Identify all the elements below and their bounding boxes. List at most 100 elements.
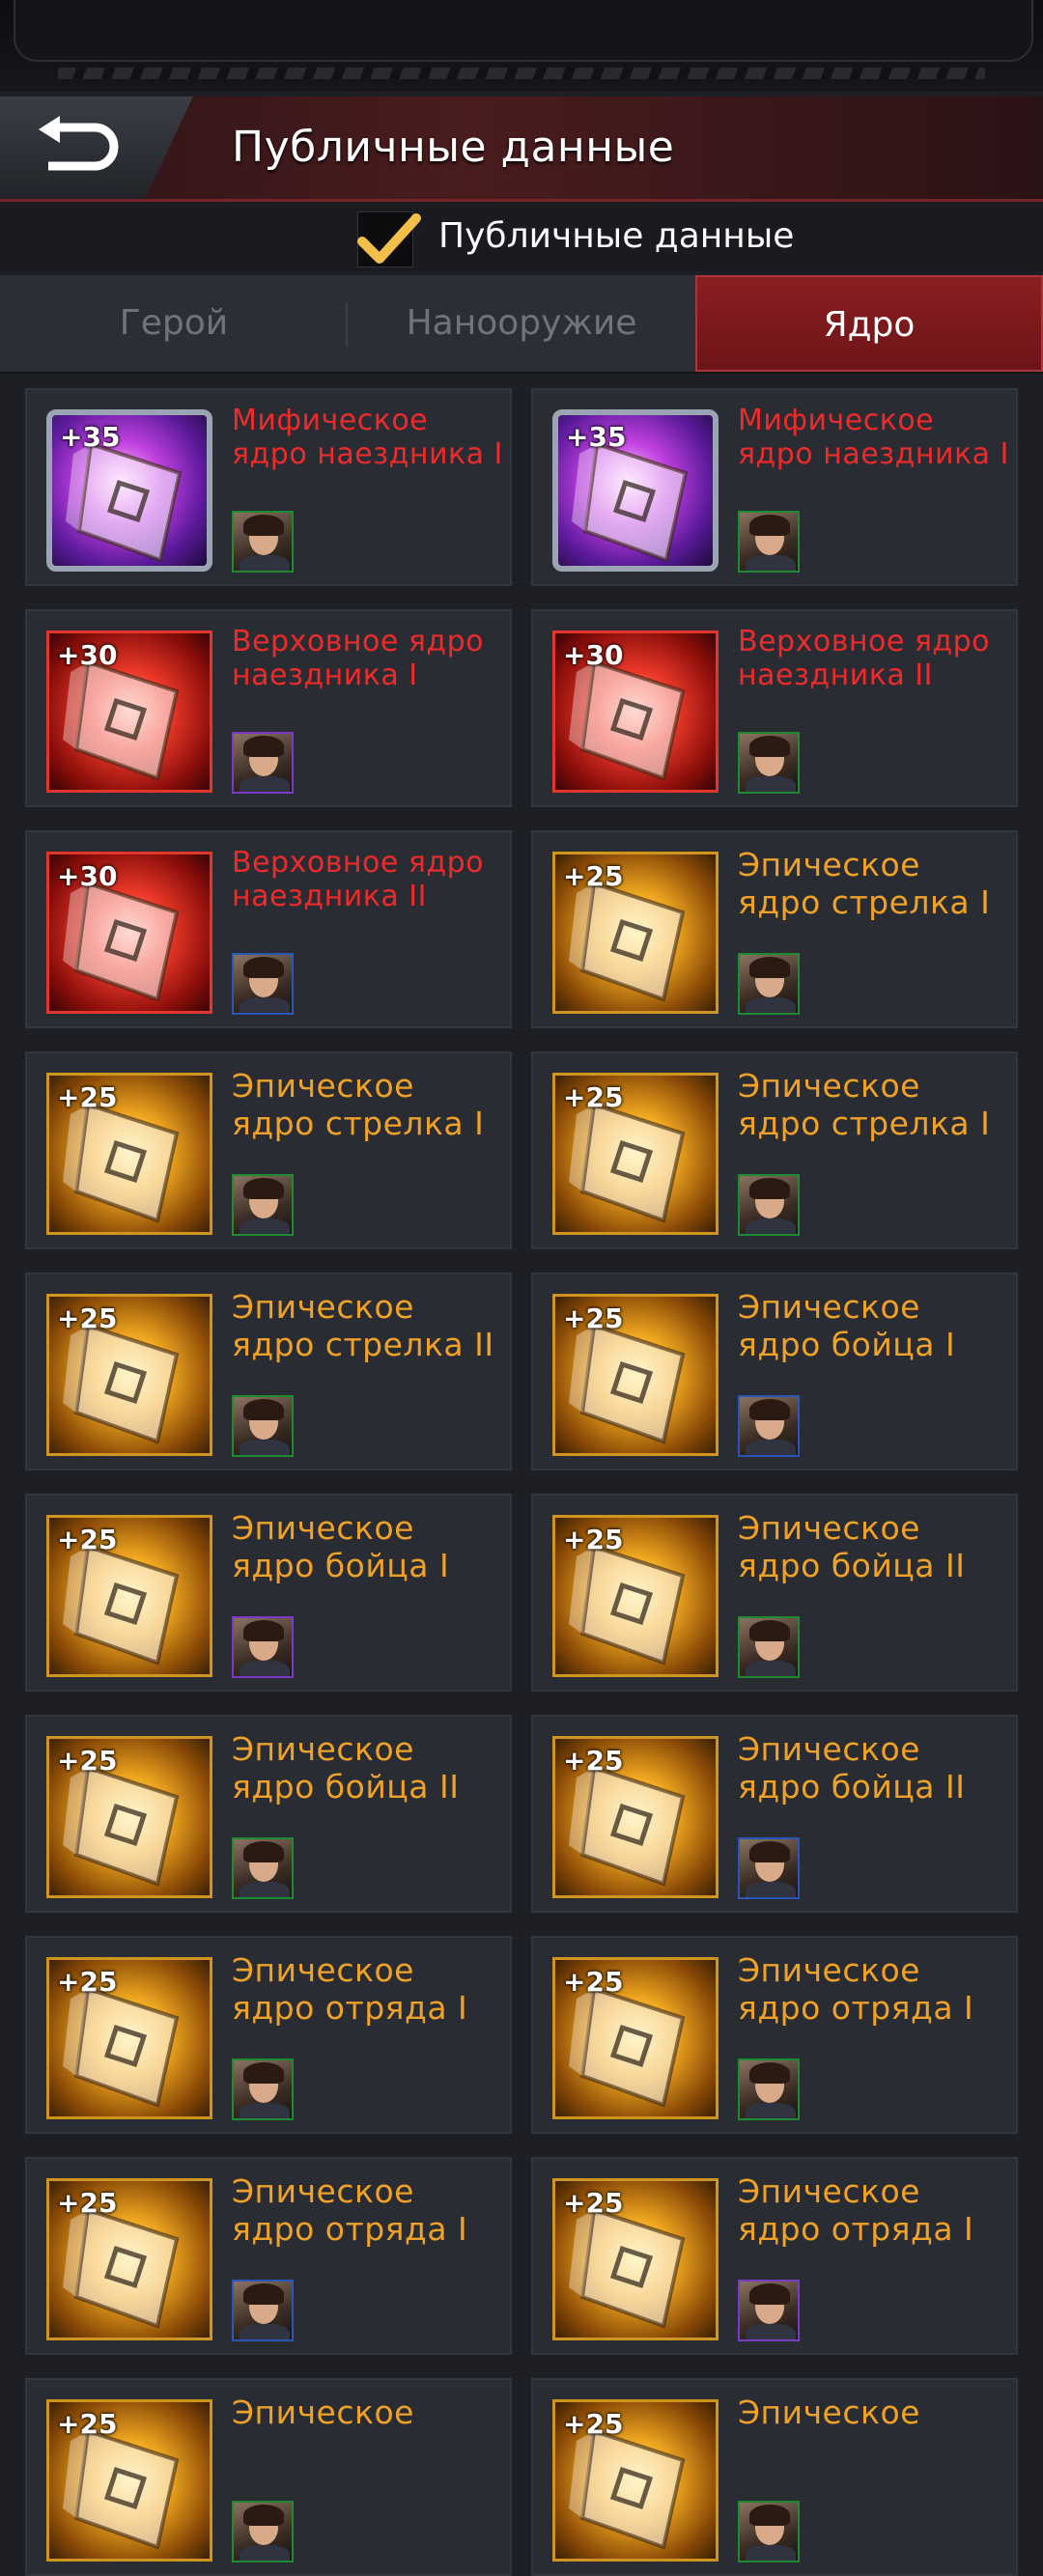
hero-avatar[interactable] — [738, 2280, 800, 2341]
tab-core[interactable]: Ядро — [695, 275, 1043, 372]
core-bonus-value: +25 — [57, 1966, 118, 1998]
core-bonus-value: +25 — [563, 2408, 624, 2440]
core-card[interactable]: +25 Эпическое — [531, 2378, 1018, 2576]
core-bonus-value: +25 — [563, 860, 624, 892]
core-bonus-value: +35 — [60, 421, 121, 453]
hero-avatar[interactable] — [232, 2280, 294, 2341]
core-icon[interactable]: +25 — [552, 1515, 719, 1677]
core-bonus-value: +25 — [57, 1524, 118, 1555]
core-card[interactable]: +25 Эпическое ядро стрелка I — [531, 830, 1018, 1028]
avatar-body — [746, 1661, 796, 1676]
top-frame-inner — [14, 0, 1033, 62]
hero-avatar[interactable] — [738, 1616, 800, 1678]
hero-avatar[interactable] — [232, 1395, 294, 1457]
hero-avatar[interactable] — [232, 511, 294, 573]
core-icon[interactable]: +25 — [552, 1736, 719, 1898]
core-icon[interactable]: +25 — [552, 2178, 719, 2340]
core-card[interactable]: +25 Эпическое ядро стрелка II — [25, 1273, 512, 1470]
core-icon[interactable]: +25 — [552, 2399, 719, 2562]
core-icon[interactable]: +30 — [46, 852, 212, 1014]
core-card[interactable]: +25 Эпическое ядро стрелка I — [531, 1051, 1018, 1249]
core-icon[interactable]: +30 — [552, 630, 719, 793]
avatar-hair — [749, 1399, 790, 1420]
core-card[interactable]: +25 Эпическое ядро отряда I — [25, 2157, 512, 2355]
core-card[interactable]: +35 Мифическое ядро наездника I — [25, 388, 512, 586]
core-card[interactable]: +25 Эпическое ядро стрелка I — [25, 1051, 512, 1249]
core-card[interactable]: +25 Эпическое ядро отряда I — [531, 2157, 1018, 2355]
core-icon[interactable]: +25 — [46, 1294, 212, 1456]
avatar-hair — [749, 1841, 790, 1862]
hero-avatar[interactable] — [738, 2058, 800, 2120]
public-data-row: Публичные данные — [0, 202, 1043, 271]
hero-avatar[interactable] — [232, 1837, 294, 1899]
core-name: Эпическое ядро стрелка I — [232, 1067, 485, 1142]
core-icon[interactable]: +25 — [46, 1073, 212, 1235]
core-icon[interactable]: +30 — [46, 630, 212, 793]
hero-avatar[interactable] — [232, 1616, 294, 1678]
core-name: Эпическое ядро отряда I — [738, 1951, 974, 2027]
core-icon[interactable]: +35 — [552, 409, 719, 572]
core-card[interactable]: +25 Эпическое — [25, 2378, 512, 2576]
hero-avatar[interactable] — [738, 1395, 800, 1457]
tab-nanoweapon[interactable]: Нанооружие — [348, 275, 695, 372]
avatar-hair — [243, 736, 284, 757]
core-card[interactable]: +25 Эпическое ядро отряда I — [25, 1936, 512, 2134]
avatar-body — [240, 1661, 290, 1676]
avatar-body — [746, 776, 796, 792]
core-card[interactable]: +30 Верховное ядро наездника I — [25, 609, 512, 807]
hero-avatar[interactable] — [738, 1174, 800, 1236]
core-name: Мифическое ядро наездника I — [738, 404, 1009, 471]
core-icon[interactable]: +25 — [46, 2178, 212, 2340]
checkmark-icon — [357, 213, 421, 264]
core-card[interactable]: +25 Эпическое ядро бойца II — [531, 1715, 1018, 1913]
core-icon[interactable]: +25 — [46, 1515, 212, 1677]
core-card[interactable]: +30 Верховное ядро наездника II — [25, 830, 512, 1028]
public-data-label: Публичные данные — [438, 216, 795, 256]
core-bonus-value: +25 — [563, 1745, 624, 1777]
avatar-body — [240, 1440, 290, 1455]
core-name: Эпическое ядро бойца II — [738, 1730, 966, 1806]
tab-hero[interactable]: Герой — [0, 275, 348, 372]
core-bonus-value: +25 — [563, 1966, 624, 1998]
core-icon[interactable]: +25 — [552, 1073, 719, 1235]
back-button[interactable] — [0, 97, 193, 199]
hero-avatar[interactable] — [232, 953, 294, 1015]
core-icon[interactable]: +25 — [552, 1957, 719, 2119]
core-card[interactable]: +25 Эпическое ядро отряда I — [531, 1936, 1018, 2134]
core-icon[interactable]: +25 — [552, 1294, 719, 1456]
hero-avatar[interactable] — [232, 732, 294, 794]
hero-avatar[interactable] — [738, 2501, 800, 2562]
avatar-hair — [749, 736, 790, 757]
hero-avatar[interactable] — [232, 2501, 294, 2562]
core-icon[interactable]: +25 — [46, 2399, 212, 2562]
core-bonus-value: +25 — [563, 1302, 624, 1334]
hero-avatar[interactable] — [738, 511, 800, 573]
avatar-body — [240, 2324, 290, 2339]
core-icon[interactable]: +25 — [46, 1957, 212, 2119]
core-icon[interactable]: +25 — [46, 1736, 212, 1898]
avatar-hair — [749, 1178, 790, 1199]
core-card[interactable]: +35 Мифическое ядро наездника I — [531, 388, 1018, 586]
core-icon[interactable]: +25 — [552, 852, 719, 1014]
avatar-body — [240, 2103, 290, 2118]
core-name: Эпическое ядро бойца I — [232, 1509, 450, 1584]
hero-avatar[interactable] — [232, 1174, 294, 1236]
core-bonus-value: +25 — [57, 2408, 118, 2440]
public-data-checkbox[interactable] — [357, 211, 421, 267]
core-name: Верховное ядро наездника II — [738, 625, 991, 692]
top-frame — [0, 0, 1043, 92]
avatar-body — [746, 1218, 796, 1234]
avatar-hair — [243, 1841, 284, 1862]
core-card[interactable]: +25 Эпическое ядро бойца II — [25, 1715, 512, 1913]
hero-avatar[interactable] — [738, 732, 800, 794]
core-card[interactable]: +30 Верховное ядро наездника II — [531, 609, 1018, 807]
core-icon[interactable]: +35 — [46, 409, 212, 572]
hero-avatar[interactable] — [232, 2058, 294, 2120]
avatar-body — [746, 997, 796, 1013]
core-card[interactable]: +25 Эпическое ядро бойца I — [531, 1273, 1018, 1470]
core-card[interactable]: +25 Эпическое ядро бойца I — [25, 1494, 512, 1692]
hero-avatar[interactable] — [738, 1837, 800, 1899]
hero-avatar[interactable] — [738, 953, 800, 1015]
core-card[interactable]: +25 Эпическое ядро бойца II — [531, 1494, 1018, 1692]
core-name: Эпическое ядро отряда I — [232, 1951, 468, 2027]
